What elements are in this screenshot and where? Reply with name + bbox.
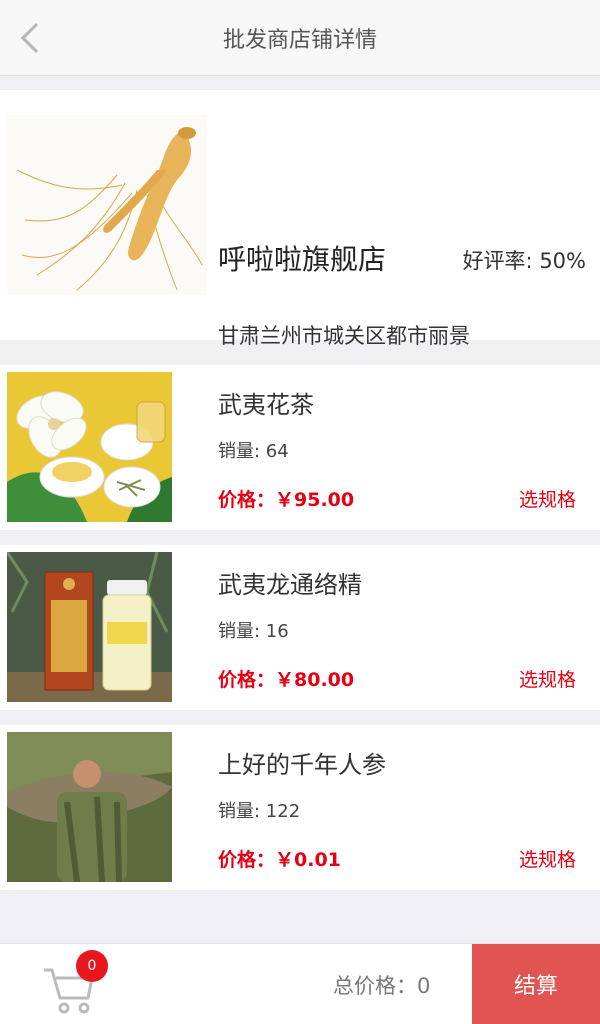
product-name: 武夷花茶 [218, 391, 314, 419]
product-image-tonic-bottle [7, 552, 172, 702]
shop-address: 甘肃兰州市城关区都市丽景 [218, 324, 470, 348]
product-item[interactable]: 武夷花茶 销量: 64 价格：￥95.00 选规格 [0, 365, 600, 530]
product-item[interactable]: 上好的千年人参 销量: 122 价格：￥0.01 选规格 [0, 725, 600, 890]
product-price: 价格：￥80.00 [218, 669, 355, 691]
select-spec-button[interactable]: 选规格 [519, 485, 576, 512]
page-title: 批发商店铺详情 [222, 27, 377, 53]
shop-image-ginseng [7, 115, 207, 295]
product-name: 武夷龙通络精 [218, 571, 362, 599]
total-price: 总价格：0 [333, 974, 431, 998]
product-price: 价格：￥95.00 [218, 489, 355, 511]
product-item[interactable]: 武夷龙通络精 销量: 16 价格：￥80.00 选规格 [0, 545, 600, 710]
product-sales: 销量: 64 [218, 441, 289, 462]
navigation-bar: 批发商店铺详情 [0, 0, 600, 76]
cart-button[interactable]: 0 [40, 950, 108, 1016]
product-sales: 销量: 16 [218, 621, 289, 642]
select-spec-button[interactable]: 选规格 [519, 845, 576, 872]
bottom-bar: 0 总价格：0 结算 [0, 943, 600, 1024]
select-spec-button[interactable]: 选规格 [519, 665, 576, 692]
cart-count-badge: 0 [76, 950, 108, 982]
product-price: 价格：￥0.01 [218, 849, 341, 871]
product-name: 上好的千年人参 [218, 751, 386, 779]
product-sales: 销量: 122 [218, 801, 301, 822]
shop-info-card: 呼啦啦旗舰店 好评率: 50% 甘肃兰州市城关区都市丽景 [0, 90, 600, 348]
shop-rating: 好评率: 50% [462, 249, 586, 273]
checkout-button[interactable]: 结算 [472, 944, 600, 1024]
shop-name: 呼啦啦旗舰店 [218, 243, 387, 276]
product-image-flower-tea [7, 372, 172, 522]
product-image-giant-ginseng [7, 732, 172, 882]
